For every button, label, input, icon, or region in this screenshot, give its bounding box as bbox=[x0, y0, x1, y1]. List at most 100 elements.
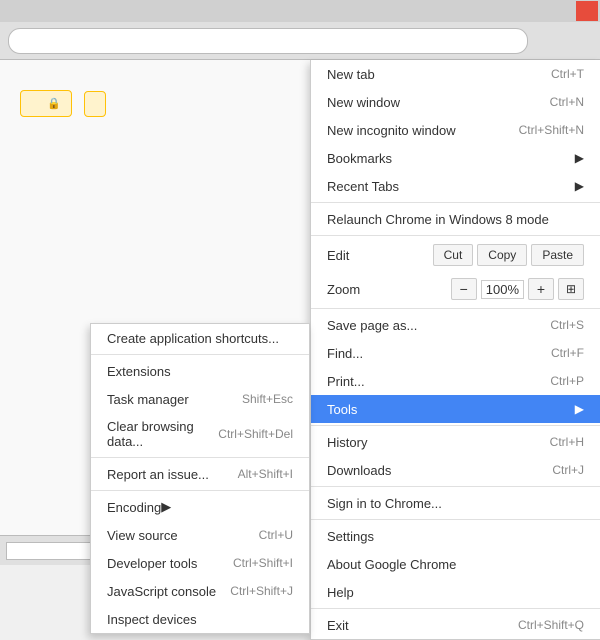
menu-item-print[interactable]: Print... Ctrl+P bbox=[311, 367, 600, 395]
title-bar bbox=[0, 0, 600, 22]
menu-item-relaunch-chrome-in-windows-8-mode[interactable]: Relaunch Chrome in Windows 8 mode bbox=[311, 205, 600, 233]
menu-divider bbox=[311, 235, 600, 236]
menu-item-about-google-chrome[interactable]: About Google Chrome bbox=[311, 550, 600, 578]
submenu-divider bbox=[91, 457, 309, 458]
menu-item-new-window[interactable]: New window Ctrl+N bbox=[311, 88, 600, 116]
submenu-item-label: Inspect devices bbox=[107, 612, 197, 627]
submenu-item-shortcut: Ctrl+Shift+I bbox=[233, 556, 293, 570]
menu-item-new-tab[interactable]: New tab Ctrl+T bbox=[311, 60, 600, 88]
submenu-item-shortcut: Ctrl+U bbox=[259, 528, 293, 542]
menu-item-new-incognito-window[interactable]: New incognito windowCtrl+Shift+N bbox=[311, 116, 600, 144]
menu-item-label: Save page as... bbox=[327, 318, 417, 333]
submenu-item-developer-tools[interactable]: Developer toolsCtrl+Shift+I bbox=[91, 549, 309, 577]
menu-item-label: Tools bbox=[327, 402, 357, 417]
submenu-item-javascript-console[interactable]: JavaScript console Ctrl+Shift+J bbox=[91, 577, 309, 605]
menu-item-save-page-as[interactable]: Save page as... Ctrl+S bbox=[311, 311, 600, 339]
menu-item-help[interactable]: Help bbox=[311, 578, 600, 606]
minimize-button[interactable] bbox=[532, 1, 554, 21]
menu-item-history[interactable]: History Ctrl+H bbox=[311, 428, 600, 456]
edit-paste-button[interactable]: Paste bbox=[531, 244, 584, 266]
submenu-item-report-an-issue[interactable]: Report an issue... Alt+Shift+I bbox=[91, 460, 309, 488]
zoom-label: Zoom bbox=[327, 282, 360, 297]
menu-zoom-section: Zoom −100%+⊞ bbox=[311, 272, 600, 306]
menu-item-bookmarks[interactable]: Bookmarks ▶ bbox=[311, 144, 600, 172]
submenu-item-shortcut: Ctrl+Shift+J bbox=[230, 584, 293, 598]
menu-divider bbox=[311, 519, 600, 520]
restore-button[interactable] bbox=[554, 1, 576, 21]
submenu-item-shortcut: Shift+Esc bbox=[242, 392, 293, 406]
menu-item-label: Settings bbox=[327, 529, 374, 544]
menu-item-downloads[interactable]: Downloads Ctrl+J bbox=[311, 456, 600, 484]
menu-item-sign-in-to-chrome[interactable]: Sign in to Chrome... bbox=[311, 489, 600, 517]
menu-item-shortcut: Ctrl+N bbox=[550, 95, 584, 109]
menu-item-label: History bbox=[327, 435, 367, 450]
menu-icon[interactable] bbox=[564, 27, 592, 55]
menu-item-shortcut: Ctrl+H bbox=[550, 435, 584, 449]
menu-item-label: New tab bbox=[327, 67, 375, 82]
menu-divider bbox=[311, 202, 600, 203]
address-bar bbox=[0, 22, 600, 60]
menu-item-find[interactable]: Find...Ctrl+F bbox=[311, 339, 600, 367]
submenu-item-task-manager[interactable]: Task manager Shift+Esc bbox=[91, 385, 309, 413]
submenu-item-label: Report an issue... bbox=[107, 467, 209, 482]
edit-cut-button[interactable]: Cut bbox=[433, 244, 474, 266]
menu-item-shortcut: Ctrl+J bbox=[552, 463, 584, 477]
zoom-value: 100% bbox=[481, 280, 524, 299]
submenu-item-encoding[interactable]: Encoding▶ bbox=[91, 493, 309, 521]
menu-item-label: Exit bbox=[327, 618, 349, 633]
submenu-item-inspect-devices[interactable]: Inspect devices bbox=[91, 605, 309, 633]
menu-item-label: Bookmarks bbox=[327, 151, 392, 166]
submenu-item-clear-browsing-data[interactable]: Clear browsing data...Ctrl+Shift+Del bbox=[91, 413, 309, 455]
submenu-item-label: Clear browsing data... bbox=[107, 419, 218, 449]
edit-copy-button[interactable]: Copy bbox=[477, 244, 527, 266]
zoom-minus-button[interactable]: − bbox=[451, 278, 477, 300]
ad-badge bbox=[84, 91, 106, 117]
menu-item-shortcut: Ctrl+S bbox=[550, 318, 584, 332]
menu-item-shortcut: Ctrl+T bbox=[551, 67, 584, 81]
submenu-arrow-icon: ▶ bbox=[161, 499, 171, 515]
menu-item-label: Relaunch Chrome in Windows 8 mode bbox=[327, 212, 549, 227]
menu-item-label: Print... bbox=[327, 374, 365, 389]
submenu-arrow-icon: ▶ bbox=[575, 151, 584, 165]
menu-item-label: Downloads bbox=[327, 463, 391, 478]
menu-item-label: Recent Tabs bbox=[327, 179, 399, 194]
menu-item-tools[interactable]: Tools ▶ bbox=[311, 395, 600, 423]
submenu-divider bbox=[91, 354, 309, 355]
menu-item-label: Help bbox=[327, 585, 354, 600]
menu-divider bbox=[311, 308, 600, 309]
submenu-item-shortcut: Alt+Shift+I bbox=[238, 467, 293, 481]
menu-item-label: Sign in to Chrome... bbox=[327, 496, 442, 511]
submenu-item-label: View source bbox=[107, 528, 178, 543]
menu-divider bbox=[311, 425, 600, 426]
menu-item-settings[interactable]: Settings bbox=[311, 522, 600, 550]
menu-item-label: New window bbox=[327, 95, 400, 110]
menu-item-shortcut: Ctrl+Shift+Q bbox=[518, 618, 584, 632]
bookmark-icon[interactable] bbox=[532, 27, 560, 55]
tools-submenu: Create application shortcuts... Extension… bbox=[90, 323, 310, 634]
main-menu: New tab Ctrl+T New window Ctrl+N New incogni… bbox=[310, 60, 600, 640]
menu-item-exit[interactable]: Exit Ctrl+Shift+Q bbox=[311, 611, 600, 639]
menu-item-shortcut: Ctrl+F bbox=[551, 346, 584, 360]
menu-divider bbox=[311, 608, 600, 609]
menu-divider bbox=[311, 486, 600, 487]
submenu-item-shortcut: Ctrl+Shift+Del bbox=[218, 427, 293, 441]
submenu-item-create-application-shortcuts[interactable]: Create application shortcuts... bbox=[91, 324, 309, 352]
submenu-item-label: Encoding bbox=[107, 500, 161, 515]
menu-item-recent-tabs[interactable]: Recent Tabs ▶ bbox=[311, 172, 600, 200]
secure-badge: 🔒 bbox=[20, 90, 72, 117]
zoom-expand-button[interactable]: ⊞ bbox=[558, 278, 584, 300]
close-button[interactable] bbox=[576, 1, 598, 21]
submenu-item-label: Create application shortcuts... bbox=[107, 331, 279, 346]
submenu-item-extensions[interactable]: Extensions bbox=[91, 357, 309, 385]
submenu-item-view-source[interactable]: View source Ctrl+U bbox=[91, 521, 309, 549]
edit-label: Edit bbox=[327, 248, 349, 263]
zoom-plus-button[interactable]: + bbox=[528, 278, 554, 300]
menu-item-label: New incognito window bbox=[327, 123, 456, 138]
submenu-item-label: JavaScript console bbox=[107, 584, 216, 599]
submenu-arrow-icon: ▶ bbox=[575, 179, 584, 193]
menu-item-label: About Google Chrome bbox=[327, 557, 456, 572]
submenu-item-label: Task manager bbox=[107, 392, 189, 407]
menu-edit-section: Edit CutCopyPaste bbox=[311, 238, 600, 272]
submenu-arrow-icon: ▶ bbox=[575, 402, 584, 416]
menu-item-shortcut: Ctrl+P bbox=[550, 374, 584, 388]
